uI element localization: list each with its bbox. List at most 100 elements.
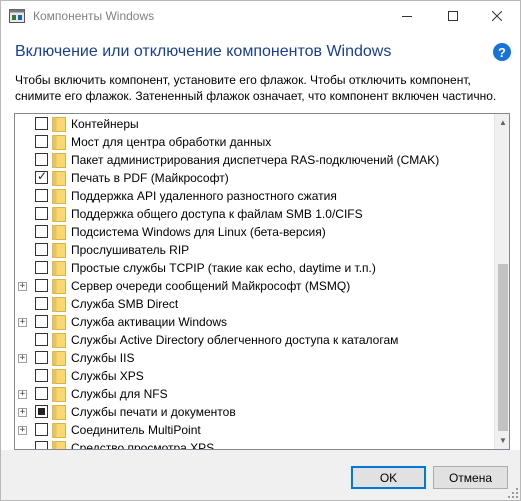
feature-row[interactable]: + Сервер очереди сообщений Майкрософт (MS… — [15, 277, 493, 295]
feature-checkbox[interactable] — [35, 423, 48, 436]
maximize-button[interactable] — [430, 1, 476, 31]
feature-label: Службы XPS — [71, 369, 144, 383]
expand-plus-icon[interactable]: + — [18, 354, 27, 363]
feature-checkbox[interactable] — [35, 279, 48, 292]
cancel-button[interactable]: Отмена — [433, 466, 508, 489]
feature-row[interactable]: Контейнеры — [15, 115, 493, 133]
feature-label: Подсистема Windows для Linux (бета-верси… — [71, 225, 326, 239]
scroll-thumb[interactable] — [498, 264, 508, 431]
folder-icon — [52, 225, 66, 240]
feature-checkbox[interactable] — [35, 261, 48, 274]
feature-row[interactable]: Поддержка API удаленного разностного сжа… — [15, 187, 493, 205]
feature-row[interactable]: Мост для центра обработки данных — [15, 133, 493, 151]
dialog-description: Чтобы включить компонент, установите его… — [15, 72, 510, 104]
feature-row[interactable]: + Соединитель MultiPoint — [15, 421, 493, 439]
folder-icon — [52, 441, 66, 449]
maximize-icon — [448, 11, 458, 21]
feature-checkbox[interactable]: ✓ — [35, 169, 48, 184]
feature-row[interactable]: Служба SMB Direct — [15, 295, 493, 313]
feature-row[interactable]: + Службы печати и документов — [15, 403, 493, 421]
scroll-down-button[interactable]: ▼ — [495, 432, 509, 449]
close-button[interactable] — [474, 1, 520, 31]
feature-checkbox[interactable] — [35, 135, 48, 148]
feature-label: Прослушиватель RIP — [71, 243, 190, 257]
feature-label: Печать в PDF (Майкрософт) — [71, 171, 229, 185]
feature-checkbox[interactable] — [35, 387, 48, 400]
feature-checkbox[interactable] — [35, 207, 48, 220]
dialog-heading: Включение или отключение компонентов Win… — [15, 43, 392, 60]
close-icon — [492, 11, 502, 21]
feature-checkbox[interactable] — [35, 351, 48, 364]
feature-label: Соединитель MultiPoint — [71, 423, 201, 437]
feature-checkbox[interactable] — [35, 315, 48, 328]
feature-row[interactable]: Средство просмотра XPS — [15, 439, 493, 450]
title-bar[interactable]: Компоненты Windows — [1, 1, 520, 31]
feature-row[interactable]: Пакет администрирования диспетчера RAS-п… — [15, 151, 493, 169]
feature-row[interactable]: Службы XPS — [15, 367, 493, 385]
feature-row[interactable]: + Службы IIS — [15, 349, 493, 367]
folder-icon — [52, 333, 66, 348]
folder-icon — [52, 189, 66, 204]
feature-row[interactable]: + Служба активации Windows — [15, 313, 493, 331]
expand-plus-icon[interactable]: + — [18, 282, 27, 291]
feature-label: Поддержка API удаленного разностного сжа… — [71, 189, 337, 203]
feature-label: Пакет администрирования диспетчера RAS-п… — [71, 153, 440, 167]
feature-label: Простые службы TCPIP (такие как echo, da… — [71, 261, 376, 275]
dialog-footer: OK Отмена — [1, 450, 520, 500]
expand-plus-icon[interactable]: + — [18, 390, 27, 399]
feature-row[interactable]: Службы Active Directory облегченного дос… — [15, 331, 493, 349]
feature-checkbox[interactable] — [35, 225, 48, 238]
feature-checkbox[interactable] — [35, 243, 48, 256]
feature-label: Службы для NFS — [71, 387, 168, 401]
expand-plus-icon[interactable]: + — [18, 318, 27, 327]
feature-checkbox[interactable] — [35, 153, 48, 166]
expand-plus-icon[interactable]: + — [18, 408, 27, 417]
window-title: Компоненты Windows — [33, 9, 155, 23]
feature-checkbox[interactable] — [35, 441, 48, 449]
feature-row[interactable]: + Службы для NFS — [15, 385, 493, 403]
folder-icon — [52, 243, 66, 258]
windows-features-icon — [9, 9, 25, 23]
feature-row[interactable]: Поддержка общего доступа к файлам SMB 1.… — [15, 205, 493, 223]
scroll-down-arrow-icon: ▼ — [499, 436, 507, 445]
scroll-up-button[interactable]: ▲ — [495, 114, 509, 131]
feature-label: Контейнеры — [71, 117, 139, 131]
feature-checkbox[interactable] — [35, 117, 48, 130]
expand-plus-icon[interactable]: + — [18, 426, 27, 435]
minimize-button[interactable] — [384, 1, 430, 31]
feature-checkbox[interactable] — [35, 297, 48, 310]
folder-icon — [52, 351, 66, 366]
feature-row[interactable]: ✓ Печать в PDF (Майкрософт) — [15, 169, 493, 187]
help-icon[interactable]: ? — [493, 43, 511, 61]
description-line-2: снимите его флажок. Затененный флажок оз… — [15, 89, 497, 103]
ok-button[interactable]: OK — [351, 466, 426, 489]
feature-row[interactable]: Прослушиватель RIP — [15, 241, 493, 259]
vertical-scrollbar[interactable]: ▲ ▼ — [494, 114, 509, 449]
folder-icon — [52, 297, 66, 312]
feature-row[interactable]: Простые службы TCPIP (такие как echo, da… — [15, 259, 493, 277]
folder-icon — [52, 279, 66, 294]
feature-label: Служба активации Windows — [71, 315, 228, 329]
feature-label: Службы печати и документов — [71, 405, 236, 419]
folder-icon — [52, 207, 66, 222]
feature-checkbox[interactable] — [35, 189, 48, 202]
feature-checkbox[interactable] — [35, 369, 48, 382]
folder-icon — [52, 423, 66, 438]
description-line-1: Чтобы включить компонент, установите его… — [15, 73, 471, 87]
feature-checkbox[interactable] — [35, 333, 48, 346]
feature-row[interactable]: Подсистема Windows для Linux (бета-верси… — [15, 223, 493, 241]
folder-icon — [52, 405, 66, 420]
feature-label: Мост для центра обработки данных — [71, 135, 272, 149]
folder-icon — [52, 117, 66, 132]
dialog-content: Включение или отключение компонентов Win… — [1, 31, 520, 450]
partial-check-icon — [38, 408, 45, 415]
folder-icon — [52, 171, 66, 186]
features-tree[interactable]: Контейнеры Мост для центра обработки данн… — [14, 113, 510, 450]
folder-icon — [52, 387, 66, 402]
resize-grip-icon[interactable] — [508, 488, 518, 498]
feature-checkbox[interactable] — [35, 405, 48, 418]
feature-label: Средство просмотра XPS — [71, 441, 215, 450]
feature-label: Службы Active Directory облегченного дос… — [71, 333, 399, 347]
feature-label: Сервер очереди сообщений Майкрософт (MSM… — [71, 279, 351, 293]
scroll-up-arrow-icon: ▲ — [499, 118, 507, 127]
